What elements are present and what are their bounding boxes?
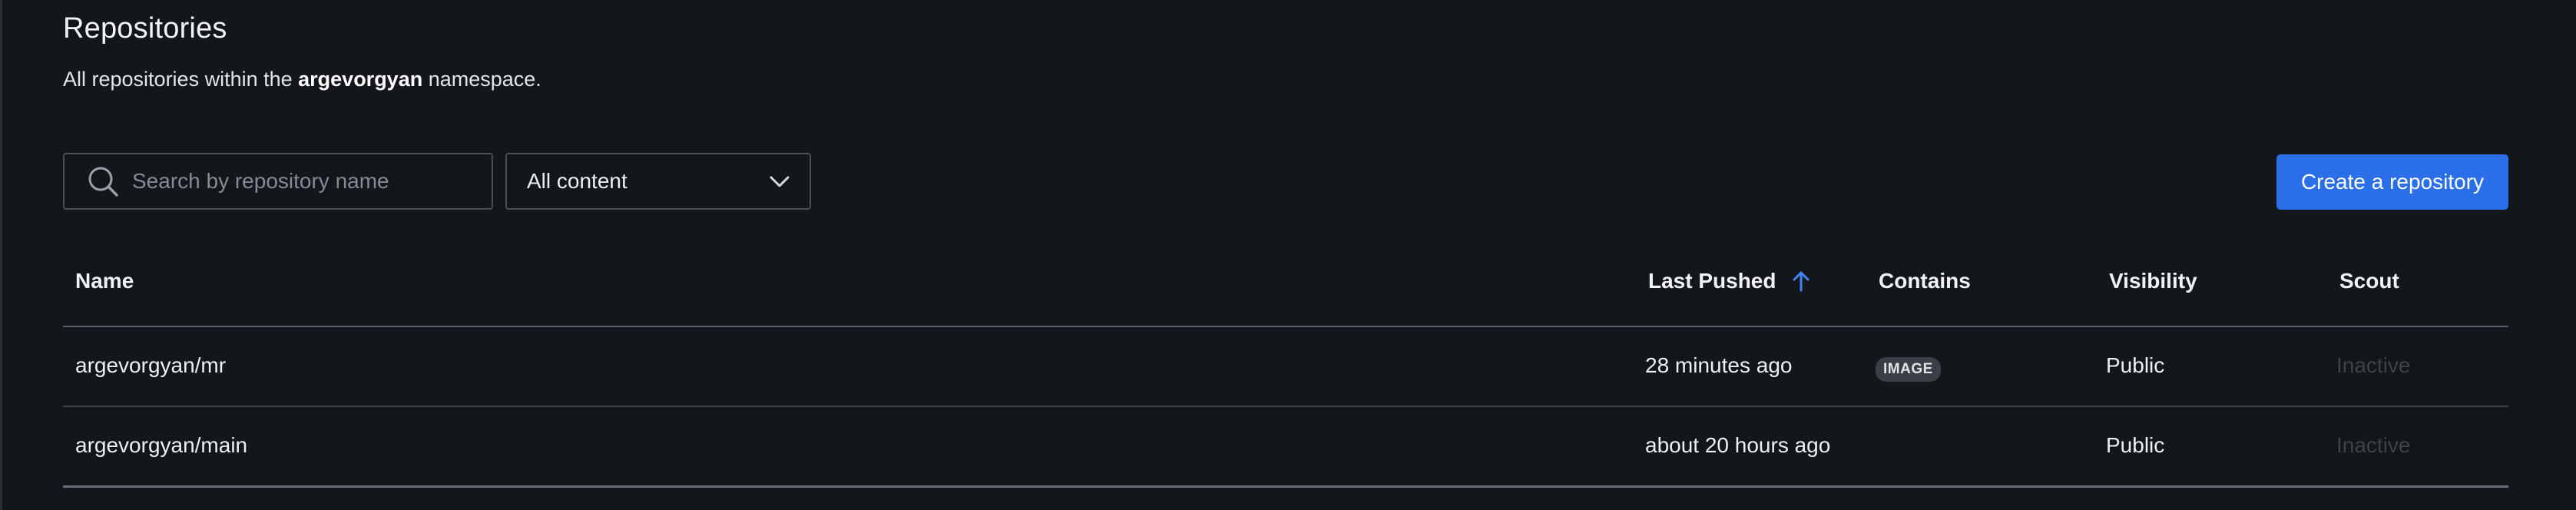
page-subtitle: All repositories within the argevorgyan …: [63, 68, 541, 91]
search-input[interactable]: [131, 168, 492, 194]
column-header-last-pushed[interactable]: Last Pushed: [1648, 269, 1813, 293]
create-repository-button[interactable]: Create a repository: [2276, 154, 2508, 210]
content-filter-value: All content: [527, 169, 627, 193]
repository-name-link[interactable]: argevorgyan/mr: [75, 353, 226, 378]
visibility-value: Public: [2106, 433, 2165, 457]
search-icon: [84, 163, 121, 200]
repositories-page: Repositories All repositories within the…: [0, 0, 2576, 510]
visibility-value: Public: [2106, 353, 2165, 377]
column-header-scout[interactable]: Scout: [2339, 269, 2399, 293]
repository-name-link[interactable]: argevorgyan/main: [75, 433, 247, 458]
table-row[interactable]: argevorgyan/main about 20 hours ago Publ…: [63, 407, 2508, 488]
arrow-up-icon: [1790, 270, 1813, 293]
scout-status: Inactive: [2336, 433, 2411, 457]
search-box[interactable]: [63, 153, 493, 210]
chevron-down-icon: [767, 168, 793, 194]
table-row[interactable]: argevorgyan/mr 28 minutes ago IMAGE Publ…: [63, 327, 2508, 407]
column-header-name[interactable]: Name: [75, 269, 134, 293]
namespace-name: argevorgyan: [298, 68, 423, 91]
table-header: Name Last Pushed Contains Visibility Sco…: [63, 246, 2508, 327]
subtitle-prefix: All repositories within the: [63, 68, 299, 91]
subtitle-suffix: namespace.: [422, 68, 541, 91]
content-filter-select[interactable]: All content: [505, 153, 811, 210]
last-pushed-value: about 20 hours ago: [1645, 433, 1831, 457]
repositories-table: Name Last Pushed Contains Visibility Sco…: [63, 246, 2508, 488]
last-pushed-value: 28 minutes ago: [1645, 353, 1793, 377]
page-title: Repositories: [63, 12, 227, 45]
left-divider: [0, 0, 2, 510]
contains-badge: IMAGE: [1876, 357, 1941, 382]
column-header-last-pushed-label: Last Pushed: [1648, 269, 1776, 293]
scout-status: Inactive: [2336, 353, 2411, 377]
column-header-contains[interactable]: Contains: [1879, 269, 1971, 293]
column-header-visibility[interactable]: Visibility: [2109, 269, 2197, 293]
toolbar: All content Create a repository: [63, 153, 2508, 210]
